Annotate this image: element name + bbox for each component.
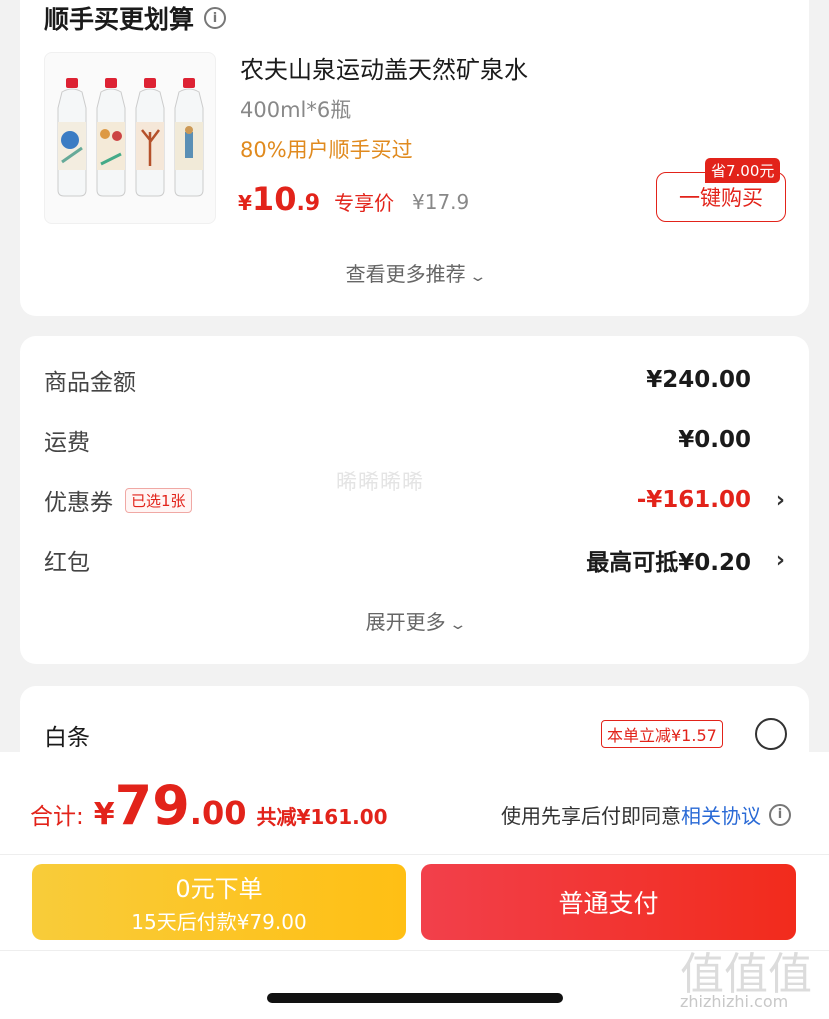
- bottle-icon: [171, 78, 207, 198]
- divider: [0, 854, 829, 855]
- redpacket-value: 最高可抵¥0.20: [586, 550, 751, 576]
- agreement-link[interactable]: 相关协议: [681, 804, 761, 828]
- redpacket-row[interactable]: 红包 最高可抵¥0.20 ›: [44, 540, 785, 580]
- redpacket-label: 红包: [44, 550, 90, 576]
- chevron-down-icon: ⌄: [468, 269, 487, 285]
- product-name[interactable]: 农夫山泉运动盖天然矿泉水: [240, 50, 528, 85]
- shipping-row: 运费 ¥0.00: [44, 420, 785, 460]
- info-icon[interactable]: i: [769, 803, 791, 826]
- site-watermark-url: zhizhizhi.com: [680, 992, 789, 1011]
- bottle-icon: [54, 78, 90, 198]
- coupon-value: -¥161.00: [636, 487, 751, 513]
- shipping-value: ¥0.00: [678, 427, 751, 453]
- chevron-down-icon: ⌄: [448, 617, 467, 633]
- redpacket-value-wrap: 最高可抵¥0.20 ›: [586, 543, 785, 577]
- save-badge: 省7.00元: [705, 158, 781, 183]
- coupon-label: 优惠券: [44, 490, 113, 516]
- goods-amount-row: 商品金额 ¥240.00: [44, 360, 785, 400]
- more-recommendations-label: 查看更多推荐: [345, 262, 466, 286]
- product-popularity: 80%用户顺手买过: [240, 138, 413, 162]
- pay-later-subtitle: 15天后付款¥79.00: [131, 910, 307, 934]
- product-image[interactable]: [44, 52, 216, 224]
- watermark-text: 晞晞晞晞: [336, 470, 424, 494]
- coupon-selected-tag: 已选1张: [125, 487, 192, 513]
- pay-later-title: 0元下单: [175, 875, 263, 903]
- agreement-prefix: 使用先享后付即同意: [501, 804, 681, 828]
- total-symbol: ¥: [93, 797, 115, 832]
- bottle-icon: [93, 78, 129, 198]
- expand-more-label: 展开更多: [365, 610, 446, 634]
- info-icon[interactable]: i: [204, 7, 227, 29]
- price-decimal: .9: [296, 191, 321, 216]
- agreement-text: 使用先享后付即同意相关协议: [501, 800, 761, 829]
- expand-more-link[interactable]: 展开更多 ⌄: [20, 606, 809, 635]
- home-indicator[interactable]: [267, 993, 563, 1003]
- total-integer: 79: [114, 774, 190, 837]
- price-summary-card: 商品金额 ¥240.00 运费 ¥0.00 优惠券 已选1张 -¥161.00 …: [20, 336, 809, 664]
- price-tag: 专享价: [334, 191, 395, 215]
- goods-amount-label: 商品金额: [44, 370, 136, 396]
- total-decimal: .00: [189, 794, 247, 832]
- price-integer: 10: [251, 180, 297, 218]
- normal-pay-button[interactable]: 普通支付: [421, 864, 796, 940]
- total-label: 合计:: [30, 804, 84, 830]
- goods-amount-value-wrap: ¥240.00: [646, 367, 785, 393]
- more-recommendations-link[interactable]: 查看更多推荐 ⌄: [20, 258, 809, 287]
- chevron-right-icon: ›: [775, 547, 785, 573]
- shipping-value-wrap: ¥0.00: [678, 427, 785, 453]
- product-price: ¥ 10 .9 专享价: [238, 180, 394, 218]
- original-price: ¥17.9: [412, 190, 470, 214]
- chevron-right-icon: ›: [775, 487, 785, 513]
- bottle-icon: [132, 78, 168, 198]
- pay-later-button[interactable]: 0元下单 15天后付款¥79.00: [32, 864, 406, 940]
- checkout-bar: 合计: ¥ 79 .00 共减¥161.00 使用先享后付即同意相关协议 i 0…: [0, 752, 829, 1019]
- shipping-label: 运费: [44, 430, 90, 456]
- total-discount: 共减¥161.00: [256, 805, 388, 829]
- baitiao-promo-tag: 本单立减¥1.57: [601, 720, 723, 748]
- recommendation-title: 顺手买更划算 i: [44, 0, 227, 36]
- product-spec: 400ml*6瓶: [240, 98, 352, 122]
- total-amount: 合计: ¥ 79 .00 共减¥161.00: [30, 774, 388, 837]
- coupon-label-wrap: 优惠券 已选1张: [44, 483, 192, 517]
- coupon-value-wrap: -¥161.00 ›: [637, 487, 785, 513]
- recommendation-title-text: 顺手买更划算: [44, 5, 195, 34]
- goods-amount-value: ¥240.00: [646, 367, 751, 393]
- baitiao-label: 白条: [44, 725, 90, 751]
- recommendation-card: 顺手买更划算 i 农夫山泉运动盖天然矿泉水 400ml*6瓶 80%用户顺手买过…: [20, 0, 809, 316]
- agreement-notice: 使用先享后付即同意相关协议 i: [501, 800, 791, 829]
- baitiao-radio[interactable]: [755, 718, 787, 750]
- price-symbol: ¥: [238, 191, 252, 215]
